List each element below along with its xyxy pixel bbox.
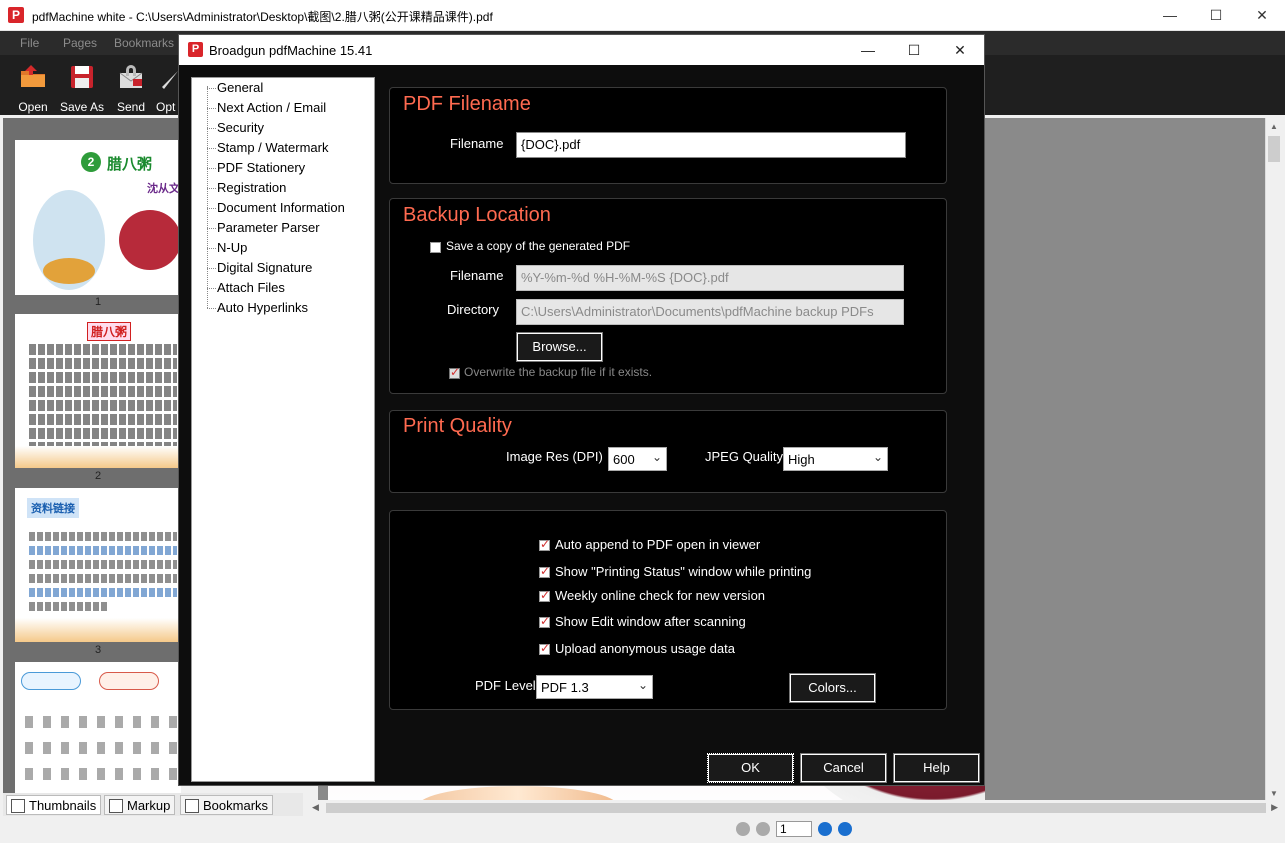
vertical-scrollbar[interactable]: ▲ ▼ [1265,118,1282,800]
browse-button[interactable]: Browse... [516,332,603,362]
tab-markup[interactable]: Markup [104,795,176,815]
dialog-app-icon: P [188,42,203,57]
chevron-down-icon: ⌄ [637,678,648,692]
printing-status-label: Show "Printing Status" window while prin… [555,564,812,579]
maximize-icon[interactable]: ☐ [1193,0,1239,31]
page-navigation-bar: 1 [0,816,1285,843]
pdf-filename-title: PDF Filename [403,93,531,115]
backup-location-section: Backup Location Save a copy of the gener… [389,198,947,394]
page-number-input[interactable]: 1 [776,821,812,837]
settings-dialog: P Broadgun pdfMachine 15.41 — ☐ ✕ Genera… [178,34,985,786]
nav-item-security[interactable]: Security [217,120,264,135]
next-page-icon[interactable] [818,822,832,836]
main-title-bar: P pdfMachine white - C:\Users\Administra… [0,0,1285,31]
tab-thumbnails[interactable]: Thumbnails [6,795,102,815]
backup-filename-input[interactable]: %Y-%m-%d %H-%M-%S {DOC}.pdf [516,265,904,291]
image-res-select[interactable]: 600 ⌄ [608,447,667,471]
dialog-minimize-icon[interactable]: — [845,35,891,65]
help-button[interactable]: Help [893,753,980,783]
backup-location-title: Backup Location [403,204,551,226]
colors-button[interactable]: Colors... [789,673,876,703]
menu-bookmarks[interactable]: Bookmarks [114,36,174,50]
markup-icon [109,799,123,813]
open-button[interactable]: Open [5,59,61,115]
dialog-title-bar: P Broadgun pdfMachine 15.41 — ☐ ✕ [179,35,984,65]
panel-tabs: Thumbnails Markup Bookmarks [3,793,303,816]
nav-item-stationery[interactable]: PDF Stationery [217,160,305,175]
nav-item-next-action[interactable]: Next Action / Email [217,100,326,115]
ok-button[interactable]: OK [707,753,794,783]
horizontal-scrollbar[interactable]: ◀ ▶ [308,800,1282,816]
upload-usage-checkbox[interactable] [539,641,550,655]
menu-pages[interactable]: Pages [63,36,97,50]
thumbnails-icon [11,799,25,813]
chevron-down-icon: ⌄ [651,450,662,464]
close-icon[interactable]: ✕ [1239,0,1285,31]
floppy-icon [71,66,93,88]
nav-item-parameter-parser[interactable]: Parameter Parser [217,220,320,235]
show-edit-label: Show Edit window after scanning [555,614,746,629]
thumbnail-page-2[interactable]: 腊八粥 [15,314,181,468]
jpeg-quality-label: JPEG Quality [705,449,784,464]
save-copy-checkbox[interactable] [430,242,441,253]
prev-page-icon[interactable] [756,822,770,836]
cancel-button[interactable]: Cancel [800,753,887,783]
save-as-button[interactable]: Save As [54,59,110,115]
window-title: pdfMachine white - C:\Users\Administrato… [32,10,493,24]
pdfmachine-app-icon: P [8,7,24,23]
save-copy-label: Save a copy of the generated PDF [446,239,631,253]
first-page-icon[interactable] [736,822,750,836]
backup-directory-label: Directory [447,302,500,317]
menu-file[interactable]: File [20,36,39,50]
image-res-label: Image Res (DPI) [506,449,603,464]
minimize-icon[interactable]: — [1147,0,1193,31]
show-edit-checkbox[interactable] [539,614,550,628]
options-button[interactable]: Opt [148,59,182,115]
nav-item-attach-files[interactable]: Attach Files [217,280,285,295]
auto-append-checkbox[interactable] [539,537,550,551]
dialog-close-icon[interactable]: ✕ [937,35,983,65]
overwrite-checkbox[interactable] [449,365,460,379]
pdf-filename-section: PDF Filename Filename {DOC}.pdf [389,87,947,184]
thumbnail-page-4[interactable] [15,662,181,793]
nav-item-digital-signature[interactable]: Digital Signature [217,260,312,275]
weekly-check-label: Weekly online check for new version [555,588,766,603]
folder-icon [21,65,45,87]
backup-directory-input[interactable]: C:\Users\Administrator\Documents\pdfMach… [516,299,904,325]
dialog-title: Broadgun pdfMachine 15.41 [209,43,373,58]
general-options-section: Auto append to PDF open in viewer Show "… [389,510,947,710]
thumbnail-panel[interactable]: 2 腊八粥 沈从文 1 腊八粥 2 资料链接 3 [3,118,181,793]
bookmarks-icon [185,799,199,813]
dialog-maximize-icon[interactable]: ☐ [891,35,937,65]
filename-label: Filename [450,136,504,151]
print-quality-title: Print Quality [403,415,512,437]
thumbnail-page-1[interactable]: 2 腊八粥 沈从文 [15,140,181,295]
overwrite-label: Overwrite the backup file if it exists. [464,365,653,379]
printing-status-checkbox[interactable] [539,564,550,578]
mail-icon [119,65,143,88]
upload-usage-label: Upload anonymous usage data [555,641,735,656]
thumbnail-page-3[interactable]: 资料链接 [15,488,181,642]
filename-input[interactable]: {DOC}.pdf [516,132,906,158]
jpeg-quality-select[interactable]: High ⌄ [783,447,888,471]
pdf-level-select[interactable]: PDF 1.3 ⌄ [536,675,653,699]
auto-append-label: Auto append to PDF open in viewer [555,537,761,552]
print-quality-section: Print Quality Image Res (DPI) 600 ⌄ JPEG… [389,410,947,493]
last-page-icon[interactable] [838,822,852,836]
nav-item-registration[interactable]: Registration [217,180,286,195]
chevron-down-icon: ⌄ [872,450,883,464]
settings-category-tree: General Next Action / Email Security Sta… [191,77,375,782]
nav-item-stamp[interactable]: Stamp / Watermark [217,140,328,155]
nav-item-document-info[interactable]: Document Information [217,200,345,215]
nav-item-general[interactable]: General [217,80,263,95]
backup-filename-label: Filename [450,268,504,283]
weekly-check-checkbox[interactable] [539,588,550,602]
nav-item-n-up[interactable]: N-Up [217,240,247,255]
nav-item-auto-hyperlinks[interactable]: Auto Hyperlinks [217,300,308,315]
tab-bookmarks[interactable]: Bookmarks [180,795,274,815]
pdf-level-label: PDF Level [475,678,536,693]
